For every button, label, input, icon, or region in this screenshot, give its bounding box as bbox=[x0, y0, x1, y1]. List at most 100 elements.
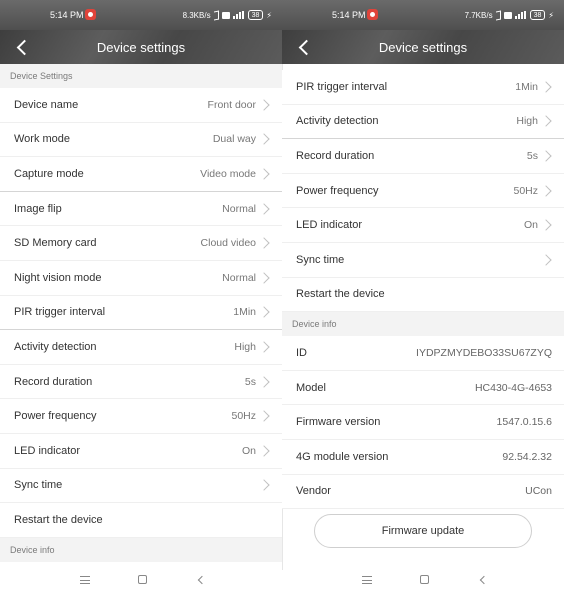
nav-home-icon[interactable] bbox=[420, 575, 429, 584]
row-label: Device name bbox=[14, 98, 79, 111]
chevron-right-icon bbox=[258, 168, 270, 180]
notification-alert-icon bbox=[367, 9, 378, 20]
setting-row-capture-mode[interactable]: Capture mode Video mode bbox=[0, 157, 282, 192]
chevron-right-icon bbox=[258, 445, 270, 457]
row-value: Front door bbox=[207, 98, 256, 111]
nav-back-icon[interactable] bbox=[479, 575, 489, 585]
row-value: 50Hz bbox=[231, 410, 256, 423]
nav-back-icon[interactable] bbox=[197, 575, 207, 585]
charging-icon: ⚡ bbox=[266, 10, 272, 20]
signal-icon bbox=[514, 11, 527, 19]
setting-row-power-frequency[interactable]: Power frequency 50Hz bbox=[282, 173, 564, 209]
row-label: SD Memory card bbox=[14, 237, 97, 250]
row-value: Normal bbox=[222, 202, 256, 215]
row-value: Cloud video bbox=[200, 237, 256, 250]
setting-row-led-indicator[interactable]: LED indicator On bbox=[282, 208, 564, 243]
info-row-4g-module-version: 4G module version 92.54.2.32 bbox=[282, 439, 564, 475]
setting-row-led-indicator[interactable]: LED indicator On bbox=[0, 433, 282, 469]
firmware-update-button[interactable]: Firmware update bbox=[314, 514, 532, 548]
nav-menu-icon[interactable] bbox=[80, 576, 90, 584]
row-value: UCon bbox=[525, 485, 552, 498]
page-title: Device settings bbox=[96, 40, 186, 55]
chevron-right-icon bbox=[258, 410, 270, 422]
nav-menu-icon[interactable] bbox=[362, 576, 372, 584]
info-row-firmware-version: Firmware version 1547.0.15.6 bbox=[282, 405, 564, 440]
network-speed: 8.3KB/s bbox=[182, 10, 211, 20]
row-label: Capture mode bbox=[14, 167, 84, 180]
setting-row-sd-memory-card[interactable]: SD Memory card Cloud video bbox=[0, 226, 282, 261]
chevron-right-icon bbox=[540, 150, 552, 162]
settings-list: Device Settings Device name Front door W… bbox=[0, 64, 282, 562]
row-value: High bbox=[234, 340, 256, 353]
setting-row-device-name[interactable]: Device name Front door bbox=[0, 88, 282, 123]
row-value: IYDPZMYDEBO33SU67ZYQ bbox=[416, 346, 552, 359]
row-value: 1Min bbox=[515, 80, 538, 93]
setting-row-restart[interactable]: Restart the device bbox=[282, 277, 564, 313]
setting-row-night-vision[interactable]: Night vision mode Normal bbox=[0, 260, 282, 296]
setting-row-pir-interval[interactable]: PIR trigger interval 1Min bbox=[282, 70, 564, 105]
system-nav-bar bbox=[0, 570, 282, 592]
row-value: 1Min bbox=[233, 306, 256, 319]
nav-home-icon[interactable] bbox=[138, 575, 147, 584]
row-value: 92.54.2.32 bbox=[502, 450, 552, 463]
row-label: Firmware version bbox=[296, 416, 381, 429]
row-label: Night vision mode bbox=[14, 271, 102, 284]
info-row-model: Model HC430-4G-4653 bbox=[282, 370, 564, 406]
section-header-device-settings: Device Settings bbox=[0, 64, 282, 88]
status-bar: 5:14 PM 7.7KB/s 38 ⚡ bbox=[282, 0, 564, 30]
setting-row-activity-detection[interactable]: Activity detection High bbox=[0, 330, 282, 365]
chevron-right-icon bbox=[258, 479, 270, 491]
setting-row-work-mode[interactable]: Work mode Dual way bbox=[0, 122, 282, 158]
row-value: Normal bbox=[222, 271, 256, 284]
info-row-vendor: Vendor UCon bbox=[282, 474, 564, 510]
chevron-right-icon bbox=[258, 306, 270, 319]
row-label: Work mode bbox=[14, 133, 71, 146]
row-value: HC430-4G-4653 bbox=[474, 381, 552, 394]
row-label: ID bbox=[296, 346, 307, 359]
row-label: Power frequency bbox=[296, 184, 379, 197]
chevron-right-icon bbox=[540, 115, 552, 128]
row-value: Video mode bbox=[200, 167, 256, 180]
chevron-right-icon bbox=[258, 99, 270, 111]
row-label: Model bbox=[296, 381, 326, 394]
page-title: Device settings bbox=[378, 40, 468, 55]
chevron-right-icon bbox=[540, 254, 552, 266]
setting-row-restart[interactable]: Restart the device bbox=[0, 503, 282, 538]
status-time: 5:14 PM bbox=[50, 10, 84, 20]
sd-card-icon bbox=[221, 11, 230, 19]
setting-row-record-duration[interactable]: Record duration 5s bbox=[0, 364, 282, 400]
setting-row-record-duration[interactable]: Record duration 5s bbox=[282, 139, 564, 174]
chevron-right-icon bbox=[258, 272, 270, 284]
charging-icon: ⚡ bbox=[548, 10, 554, 20]
row-label: LED indicator bbox=[14, 444, 81, 457]
row-value: Dual way bbox=[212, 133, 256, 146]
status-bar: 5:14 PM 8.3KB/s 38 ⚡ bbox=[0, 0, 282, 30]
row-label: Sync time bbox=[296, 253, 345, 266]
app-header: Device settings bbox=[0, 30, 282, 64]
battery-icon: 38 bbox=[247, 10, 264, 20]
chevron-right-icon bbox=[258, 237, 270, 249]
sd-card-icon bbox=[503, 11, 512, 19]
row-value: High bbox=[516, 115, 538, 128]
bluetooth-icon bbox=[213, 10, 219, 20]
status-indicators: 7.7KB/s 38 ⚡ bbox=[465, 10, 554, 20]
row-value: On bbox=[523, 219, 538, 232]
row-label: Restart the device bbox=[14, 513, 103, 526]
row-label: PIR trigger interval bbox=[14, 306, 106, 319]
row-label: 4G module version bbox=[296, 450, 389, 463]
setting-row-power-frequency[interactable]: Power frequency 50Hz bbox=[0, 399, 282, 434]
row-label: Sync time bbox=[14, 479, 63, 492]
setting-row-sync-time[interactable]: Sync time bbox=[0, 468, 282, 504]
row-label: Restart the device bbox=[296, 288, 385, 301]
info-row-id: ID IYDPZMYDEBO33SU67ZYQ bbox=[282, 336, 564, 371]
bluetooth-icon bbox=[495, 10, 501, 20]
row-label: Record duration bbox=[296, 149, 375, 162]
setting-row-image-flip[interactable]: Image flip Normal bbox=[0, 191, 282, 227]
setting-row-activity-detection[interactable]: Activity detection High bbox=[282, 104, 564, 140]
row-label: PIR trigger interval bbox=[296, 80, 388, 93]
chevron-right-icon bbox=[258, 341, 270, 353]
row-label: LED indicator bbox=[296, 219, 363, 232]
section-header-device-info: Device info bbox=[282, 312, 564, 337]
setting-row-pir-interval[interactable]: PIR trigger interval 1Min bbox=[0, 295, 282, 331]
setting-row-sync-time[interactable]: Sync time bbox=[282, 242, 564, 278]
